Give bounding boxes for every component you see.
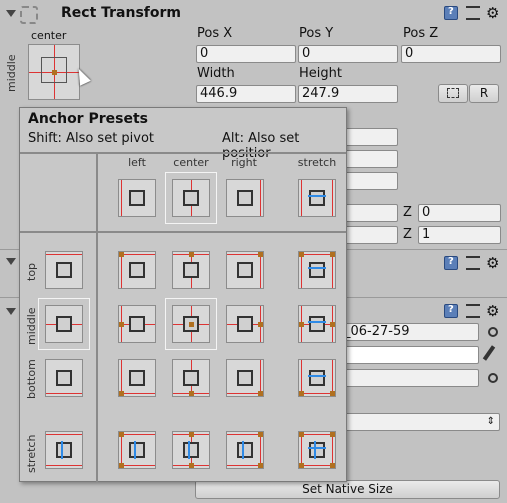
fold-arrow-icon[interactable]: [6, 10, 16, 17]
preset-top-right[interactable]: [226, 251, 264, 289]
scale-z-field[interactable]: 1: [418, 226, 501, 244]
preset-sliders-icon[interactable]: [466, 304, 480, 318]
preset-top[interactable]: [45, 251, 83, 289]
component-title: Rect Transform: [61, 5, 182, 21]
preset-top-left[interactable]: [118, 251, 156, 289]
preset-stretch-left[interactable]: [118, 431, 156, 469]
pos-y-field[interactable]: 0: [298, 45, 398, 63]
header-divider: [20, 152, 346, 154]
help-book-icon[interactable]: [444, 256, 458, 270]
preset-stretch-horizontal[interactable]: [298, 179, 336, 217]
blueprint-icon: [447, 88, 459, 98]
preset-sliders-icon[interactable]: [466, 256, 480, 270]
fold-arrow-icon[interactable]: [6, 258, 16, 265]
preset-top-stretch[interactable]: [298, 251, 336, 289]
row-divider: [20, 231, 346, 233]
anchor-row-label: middle: [5, 54, 18, 92]
pos-z-label: Pos Z: [403, 26, 439, 41]
preset-top-center[interactable]: [172, 251, 210, 289]
material-field[interactable]: [340, 369, 479, 387]
preset-bottom-center[interactable]: [172, 359, 210, 397]
col-label-right: right: [231, 156, 257, 169]
column-divider: [96, 152, 98, 482]
blueprint-mode-button[interactable]: [438, 84, 468, 103]
preset-stretch-right[interactable]: [226, 431, 264, 469]
preset-bottom-right[interactable]: [226, 359, 264, 397]
col-label-left: left: [128, 156, 146, 169]
fold-arrow-icon[interactable]: [6, 308, 16, 315]
color-field[interactable]: [340, 346, 479, 364]
scale-z-label: Z: [403, 227, 412, 242]
preset-right[interactable]: [226, 179, 264, 217]
row-label-bottom: bottom: [25, 359, 38, 399]
object-picker-icon[interactable]: [488, 327, 498, 337]
pivot-dot: [52, 70, 57, 75]
gear-icon[interactable]: ⚙: [486, 254, 499, 272]
height-label: Height: [299, 66, 342, 81]
object-picker-icon[interactable]: [488, 373, 498, 383]
help-book-icon[interactable]: [444, 304, 458, 318]
preset-stretch-center[interactable]: [172, 431, 210, 469]
preset-left[interactable]: [118, 179, 156, 217]
anchor-presets-popup: Anchor Presets Shift: Also set pivot Alt…: [19, 107, 347, 482]
image-type-dropdown[interactable]: ⇕: [340, 413, 500, 431]
source-image-field[interactable]: _06-27-59: [340, 323, 479, 341]
popup-title: Anchor Presets: [28, 111, 148, 127]
rotation-z-field[interactable]: 0: [418, 204, 501, 222]
pos-x-label: Pos X: [197, 26, 233, 41]
rect-transform-icon: [20, 6, 38, 24]
row-label-middle: middle: [25, 307, 38, 345]
anchor-preset-button[interactable]: [28, 44, 80, 100]
preset-bottom[interactable]: [45, 359, 83, 397]
rotation-z-label: Z: [403, 205, 412, 220]
shift-hint: Shift: Also set pivot: [28, 131, 155, 146]
row-label-top: top: [25, 262, 38, 281]
raw-edit-button[interactable]: R: [469, 84, 499, 103]
gear-icon[interactable]: ⚙: [486, 4, 499, 22]
col-label-stretch: stretch: [297, 156, 337, 169]
row-label-stretch: stretch: [25, 434, 38, 473]
preset-center[interactable]: [172, 179, 210, 217]
preset-middle-stretch[interactable]: [298, 305, 336, 343]
preset-bottom-left[interactable]: [118, 359, 156, 397]
col-label-center: center: [173, 156, 209, 169]
pos-y-label: Pos Y: [299, 26, 334, 41]
preset-middle-center[interactable]: [172, 305, 210, 343]
preset-stretch-vertical[interactable]: [45, 431, 83, 469]
preset-middle[interactable]: [45, 305, 83, 343]
width-label: Width: [197, 66, 235, 81]
preset-middle-right[interactable]: [226, 305, 264, 343]
preset-bottom-stretch[interactable]: [298, 359, 336, 397]
height-field[interactable]: 247.9: [298, 85, 398, 103]
gear-icon[interactable]: ⚙: [486, 302, 499, 320]
set-native-size-button[interactable]: Set Native Size: [195, 480, 500, 499]
preset-sliders-icon[interactable]: [466, 6, 480, 20]
pos-x-field[interactable]: 0: [196, 45, 296, 63]
eyedropper-icon[interactable]: [482, 345, 496, 361]
preset-stretch-stretch[interactable]: [298, 431, 336, 469]
help-book-icon[interactable]: [444, 6, 458, 20]
pos-z-field[interactable]: 0: [401, 45, 501, 63]
width-field[interactable]: 446.9: [196, 85, 296, 103]
anchor-col-label: center: [31, 29, 67, 42]
preset-middle-left[interactable]: [118, 305, 156, 343]
dropdown-arrow-icon: ⇕: [486, 416, 495, 427]
